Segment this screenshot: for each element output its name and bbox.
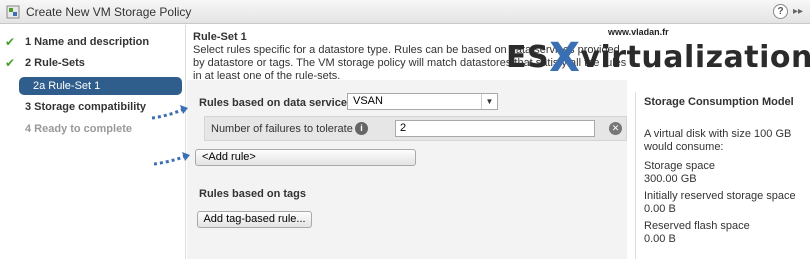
check-icon: ✔ (5, 35, 16, 49)
storage-space-value: 300.00 GB (644, 173, 697, 185)
step-label: 3 Storage compatibility (25, 101, 147, 113)
storage-model-title: Storage Consumption Model (644, 96, 794, 108)
step-label: 1 Name and description (25, 36, 150, 48)
remove-rule-icon[interactable]: ✕ (609, 122, 622, 135)
step-label: 4 Ready to complete (25, 123, 132, 135)
help-button[interactable]: ? (773, 4, 788, 19)
reserved-flash-label: Reserved flash space (644, 220, 750, 232)
arrow-annotation-2 (153, 152, 190, 166)
arrow-annotation-1 (151, 105, 188, 120)
window-title: Create New VM Storage Policy (26, 5, 192, 19)
wizard-steps: ✔ 1 Name and description ✔ 2 Rule-Sets 2… (0, 25, 186, 259)
add-tag-rule-button[interactable]: Add tag-based rule... (197, 211, 312, 228)
failures-label: Number of failures to tolerate (211, 123, 353, 135)
add-rule-select[interactable]: <Add rule> (195, 149, 416, 166)
storage-model-intro: A virtual disk with size 100 GB (644, 128, 792, 140)
storage-consumption-panel: Storage Consumption Model A virtual disk… (635, 92, 810, 259)
watermark-x: X (549, 35, 581, 81)
watermark-suffix: virtualization (580, 40, 810, 75)
failures-input[interactable]: 2 (395, 120, 595, 137)
window-titlebar: Create New VM Storage Policy ? ▸▸ (0, 0, 810, 24)
reserved-flash-value: 0.00 B (644, 233, 676, 245)
step-label: 2 Rule-Sets (25, 57, 85, 69)
rules-tags-label: Rules based on tags (199, 188, 306, 200)
info-icon[interactable]: i (355, 122, 368, 135)
watermark-logo: ESXvirtualization (506, 31, 810, 81)
data-service-select[interactable]: VSAN ▼ (347, 93, 498, 110)
check-icon: ✔ (5, 56, 16, 70)
expand-button[interactable]: ▸▸ (791, 4, 805, 19)
storage-model-intro-2: would consume: (644, 141, 724, 153)
reserved-storage-label: Initially reserved storage space (644, 190, 796, 202)
vm-storage-policy-icon (6, 5, 20, 19)
watermark-prefix: ES (506, 40, 550, 75)
data-service-value: VSAN (353, 95, 383, 107)
reserved-storage-value: 0.00 B (644, 203, 676, 215)
rules-data-services-label: Rules based on data services (199, 97, 354, 109)
storage-space-label: Storage space (644, 160, 715, 172)
failures-rule-row: Number of failures to tolerate i 2 ✕ (204, 116, 627, 141)
chevron-down-icon[interactable]: ▼ (481, 94, 497, 109)
page-title: Rule-Set 1 (193, 31, 247, 43)
step-rule-set-1[interactable]: 2a Rule-Set 1 (19, 77, 182, 95)
